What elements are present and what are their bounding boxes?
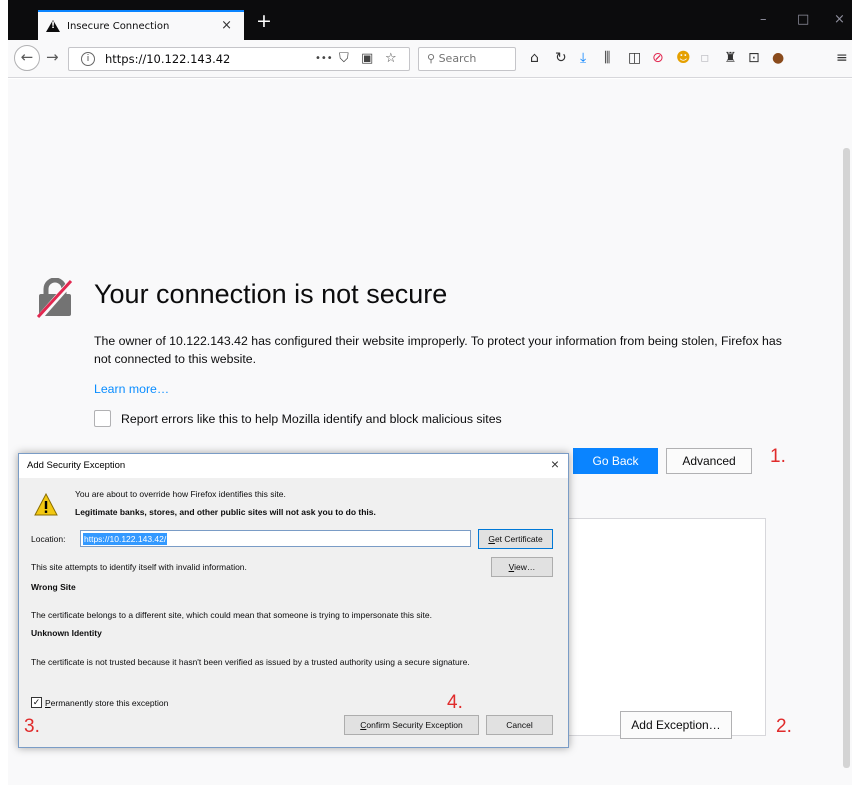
report-errors-label[interactable]: Report errors like this to help Mozilla …: [121, 412, 502, 426]
bookmark-star-icon[interactable]: ☆: [385, 51, 397, 66]
add-security-exception-dialog: Add Security Exception × You are about t…: [18, 453, 569, 748]
search-icon: ⚲: [427, 52, 436, 65]
download-icon[interactable]: ⤓: [580, 51, 586, 65]
search-placeholder: Search: [438, 52, 477, 65]
reader-view-icon[interactable]: ▣: [361, 51, 373, 66]
extension-grey-icon[interactable]: ▫: [700, 51, 710, 65]
home-icon[interactable]: ⌂: [530, 51, 539, 65]
permanent-store-checkbox[interactable]: ✓: [31, 697, 42, 708]
add-exception-button[interactable]: Add Exception…: [620, 711, 732, 739]
tab-close-icon[interactable]: ×: [221, 18, 232, 33]
left-edge: [0, 40, 8, 78]
vertical-scrollbar[interactable]: [843, 148, 850, 768]
page-title: Your connection is not secure: [94, 279, 448, 309]
left-edge: [0, 79, 8, 785]
permanent-store-label[interactable]: Permanently store this exception: [45, 698, 168, 708]
title-bar: Insecure Connection × + – □ ×: [0, 0, 852, 40]
unknown-identity-heading: Unknown Identity: [31, 628, 102, 638]
pocket-icon[interactable]: ⛉: [339, 51, 349, 66]
tab-insecure-connection[interactable]: Insecure Connection ×: [38, 10, 244, 40]
learn-more-link[interactable]: Learn more…: [94, 382, 169, 396]
new-tab-button[interactable]: +: [256, 12, 272, 31]
dialog-body: You are about to override how Firefox id…: [19, 478, 568, 747]
menu-hamburger-icon[interactable]: ≡: [836, 51, 848, 65]
url-text[interactable]: https://10.122.143.42: [105, 52, 230, 66]
dialog-close-icon[interactable]: ×: [551, 456, 559, 472]
annotation-4: 4.: [447, 692, 463, 713]
location-label: Location:: [31, 534, 66, 544]
left-edge: [0, 0, 8, 40]
report-errors-checkbox[interactable]: [94, 410, 111, 427]
override-warning: You are about to override how Firefox id…: [75, 489, 286, 499]
url-bar[interactable]: i https://10.122.143.42 ••• ⛉ ▣ ☆: [68, 47, 410, 71]
warning-icon: [46, 19, 60, 33]
navigation-toolbar: ← → i https://10.122.143.42 ••• ⛉ ▣ ☆ ⚲ …: [0, 40, 852, 78]
page-actions-icon[interactable]: •••: [315, 53, 333, 64]
close-window-button[interactable]: ×: [834, 12, 845, 27]
maximize-button[interactable]: □: [797, 12, 809, 27]
location-value[interactable]: https://10.122.143.42/: [83, 533, 168, 545]
view-button[interactable]: View…: [491, 557, 553, 577]
invalid-info-text: This site attempts to identify itself wi…: [31, 562, 247, 572]
library-icon[interactable]: ⫼: [604, 51, 610, 65]
tab-title: Insecure Connection: [67, 20, 170, 32]
annotation-3: 3.: [24, 716, 40, 737]
go-back-button[interactable]: Go Back: [573, 448, 658, 474]
warning-icon: [34, 493, 58, 516]
minimize-button[interactable]: –: [760, 12, 767, 27]
search-input[interactable]: ⚲ Search: [418, 47, 516, 71]
annotation-2: 2.: [776, 716, 792, 737]
permanent-store-row[interactable]: ✓ Permanently store this exception: [31, 697, 168, 708]
unknown-identity-text: The certificate is not trusted because i…: [31, 657, 470, 667]
legitimate-sites-warning: Legitimate banks, stores, and other publ…: [75, 507, 376, 517]
wrong-site-text: The certificate belongs to a different s…: [31, 610, 432, 620]
location-input[interactable]: https://10.122.143.42/: [80, 530, 471, 547]
dialog-title: Add Security Exception: [27, 460, 126, 471]
reload-icon[interactable]: ↻: [555, 51, 567, 65]
wrong-site-heading: Wrong Site: [31, 582, 76, 592]
error-description: The owner of 10.122.143.42 has configure…: [94, 334, 782, 366]
extension-cookie-icon[interactable]: ●: [772, 51, 784, 65]
forward-arrow-icon[interactable]: →: [46, 48, 59, 66]
broken-lock-icon: [36, 278, 74, 318]
blocker-icon[interactable]: ⊘: [652, 51, 664, 65]
back-arrow-icon[interactable]: ←: [14, 45, 40, 71]
extension-incognito-icon[interactable]: ♜: [724, 51, 737, 65]
info-icon[interactable]: i: [81, 52, 95, 66]
report-errors-row[interactable]: Report errors like this to help Mozilla …: [94, 410, 502, 427]
confirm-security-exception-button[interactable]: Confirm Security Exception: [344, 715, 479, 735]
extension-box-icon[interactable]: ⊡: [748, 51, 760, 65]
sidebar-icon[interactable]: ◫: [628, 51, 641, 65]
advanced-button[interactable]: Advanced: [666, 448, 752, 474]
cancel-button[interactable]: Cancel: [486, 715, 553, 735]
annotation-1: 1.: [770, 446, 786, 467]
advanced-panel: [565, 518, 766, 736]
get-certificate-button[interactable]: Get Certificate: [478, 529, 553, 549]
extension-face-icon[interactable]: ☻: [676, 51, 691, 65]
